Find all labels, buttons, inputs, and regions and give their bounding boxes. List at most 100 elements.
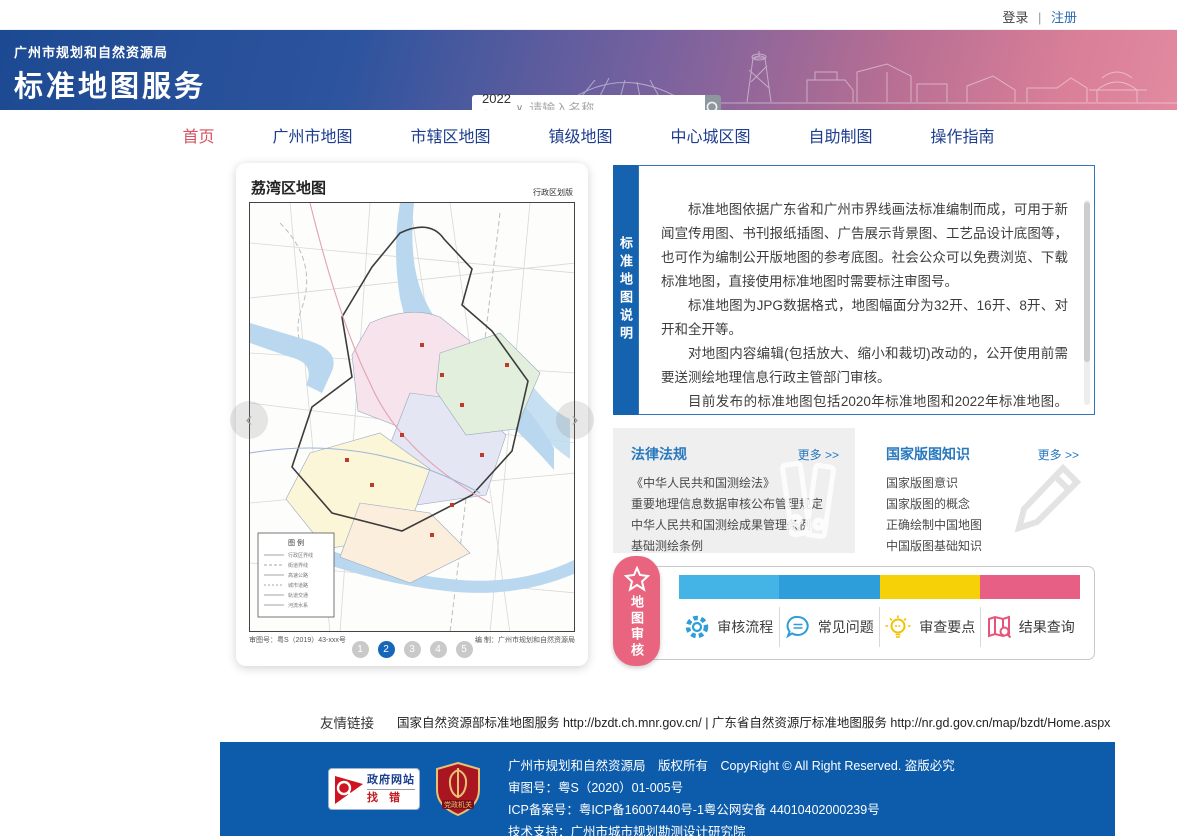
auth-divider: |: [1037, 10, 1042, 25]
map-search-icon: [987, 615, 1011, 639]
description-side-label-text: 标准地图说明: [618, 236, 633, 344]
svg-text:行政区界线: 行政区界线: [288, 552, 313, 559]
review-items-row: 审核流程 常见问题 审查要点 结果查询: [679, 599, 1080, 655]
shield-badge-text: 党政机关: [444, 800, 472, 809]
star-icon: [623, 566, 650, 592]
review-item-label: 审查要点: [919, 619, 976, 635]
footer-copyright: 广州市规划和自然资源局 版权所有 CopyRight © All Right R…: [508, 759, 955, 773]
review-bar-segment: [679, 575, 780, 599]
description-paragraph: 对地图内容编辑(包括放大、缩小和裁切)改动的，公开使用前需要送测绘地理信息行政主…: [661, 346, 1068, 385]
footer-icp: ICP备案号：粤ICP备16007440号-1粤公网安备 44010402000…: [508, 803, 880, 817]
lightbulb-icon: [885, 615, 911, 638]
review-bar-segment: [979, 575, 1080, 599]
svg-text:轨道交通: 轨道交通: [288, 592, 308, 599]
map-edition-label: 行政区划版: [533, 188, 573, 197]
nav-item-0[interactable]: 首页: [182, 123, 214, 147]
review-item-label: 审核流程: [717, 619, 774, 635]
register-link[interactable]: 注册: [1051, 10, 1077, 25]
legal-panel-title: 法律法规: [631, 446, 687, 462]
chat-bubble-icon: [785, 615, 809, 639]
knowledge-panel-title: 国家版图知识: [886, 446, 970, 462]
friend-links-label: 友情链接: [320, 716, 374, 731]
svg-text:图 例: 图 例: [288, 538, 304, 547]
description-scrollbar[interactable]: [1084, 200, 1090, 405]
error-report-magnifier-icon: [335, 776, 363, 804]
map-review-panel: 审核流程 常见问题 审查要点 结果查询: [648, 566, 1095, 660]
main-content: 荔湾区地图 行政区划版 图 例 行政区界线 街道界线 高速公路 城市道路 轨道交…: [0, 160, 1177, 705]
footer-badges: 政府网站 找 错 党政机关: [328, 762, 482, 816]
shield-icon: 党政机关: [436, 762, 480, 816]
nav-item-5[interactable]: 自助制图: [809, 123, 873, 147]
gear-icon: [686, 615, 709, 639]
gov-site-error-report-badge[interactable]: 政府网站 找 错: [328, 768, 420, 810]
friend-link-mnr[interactable]: 国家自然资源部标准地图服务 http://bzdt.ch.mnr.gov.cn/: [397, 716, 702, 730]
description-side-label: 标准地图说明: [613, 165, 638, 415]
district-map-illustration: 图 例 行政区界线街道界线 高速公路城市道路 轨道交通河流水系: [250, 203, 574, 631]
description-scrollbar-thumb[interactable]: [1084, 202, 1090, 362]
legal-panel: 法律法规 更多 >> 《中华人民共和国测绘法》 重要地理信息数据审核公布管理规定…: [613, 428, 855, 553]
svg-text:河流水系: 河流水系: [288, 602, 308, 609]
page-dot-3[interactable]: 4: [429, 641, 447, 658]
map-title-row: 荔湾区地图 行政区划版: [249, 175, 575, 202]
svg-text:城市道路: 城市道路: [288, 582, 308, 589]
org-name: 广州市规划和自然资源局: [14, 45, 169, 60]
pencil-icon: [1014, 463, 1082, 533]
review-bar-segment: [879, 575, 980, 599]
map-review-tab-label: 地图审核: [629, 595, 644, 659]
site-logo: 广州市规划和自然资源局 标准地图服务: [14, 42, 206, 105]
error-report-badge-text: 政府网站 找 错: [367, 774, 415, 804]
party-gov-shield-badge[interactable]: 党政机关: [434, 762, 482, 816]
review-item-label: 常见问题: [817, 619, 874, 635]
map-image[interactable]: 图 例 行政区界线街道界线 高速公路城市道路 轨道交通河流水系: [249, 202, 575, 632]
description-paragraph: 标准地图为JPG数据格式，地图幅面分为32开、16开、8开、对开和全开等。: [661, 298, 1068, 337]
auth-links: 登录 | 注册: [1002, 7, 1077, 26]
review-bar-segment: [779, 575, 880, 599]
review-item-label: 结果查询: [1018, 619, 1075, 635]
knowledge-panel: 国家版图知识 更多 >> 国家版图意识 国家版图的概念 正确绘制中国地图 中国版…: [868, 428, 1095, 553]
review-item-process[interactable]: 审核流程: [679, 607, 779, 647]
description-text-area[interactable]: 标准地图依据广东省和广州市界线画法标准编制而成，可用于新闻宣传用图、书刊报纸插图…: [638, 165, 1095, 415]
svg-text:高速公路: 高速公路: [288, 572, 308, 579]
carousel-pagination: 1 2 3 4 5: [236, 641, 588, 658]
top-bar: 登录 | 注册: [0, 0, 1177, 30]
review-color-bar: [679, 575, 1080, 599]
friend-links-divider: |: [705, 716, 709, 730]
nav-item-6[interactable]: 操作指南: [931, 123, 995, 147]
nav-item-2[interactable]: 市辖区地图: [410, 123, 490, 147]
page-dot-1[interactable]: 2: [377, 641, 395, 658]
error-report-badge-line2: 找 错: [367, 791, 405, 804]
footer-text-block: 广州市规划和自然资源局 版权所有 CopyRight © All Right R…: [508, 755, 955, 840]
footer-map-approval: 审图号：粤S（2020）01-005号: [508, 781, 684, 795]
svg-text:街道界线: 街道界线: [288, 562, 308, 569]
description-paragraph: 标准地图依据广东省和广州市界线画法标准编制而成，可用于新闻宣传用图、书刊报纸插图…: [661, 202, 1068, 289]
description-paragraph: 目前发布的标准地图包括2020年标准地图和2022年标准地图。其中2020年标准…: [688, 394, 1068, 409]
nav-item-3[interactable]: 镇级地图: [548, 123, 612, 147]
map-review-tab[interactable]: 地图审核: [613, 556, 660, 666]
page-footer: 政府网站 找 错 党政机关 广州市规划和自然资源局 版权所有 CopyRight…: [220, 742, 1115, 839]
login-link[interactable]: 登录: [1002, 10, 1028, 25]
footer-tech-support: 技术支持：广州市城市规划勘测设计研究院: [508, 825, 746, 839]
friend-links-text: 国家自然资源部标准地图服务 http://bzdt.ch.mnr.gov.cn/…: [397, 712, 1110, 731]
map-description-panel: 标准地图说明 标准地图依据广东省和广州市界线画法标准编制而成，可用于新闻宣传用图…: [613, 165, 1095, 415]
map-carousel-card: 荔湾区地图 行政区划版 图 例 行政区界线 街道界线 高速公路 城市道路 轨道交…: [230, 163, 594, 666]
map-title: 荔湾区地图: [251, 181, 327, 197]
nav-item-4[interactable]: 中心城区图: [671, 123, 751, 147]
review-item-faq[interactable]: 常见问题: [778, 607, 880, 647]
nav-item-1[interactable]: 广州市地图: [272, 123, 352, 147]
page-dot-4[interactable]: 5: [455, 641, 473, 658]
map-review-section: 地图审核 审核流程 常见问题 审查要点 结果查询: [613, 556, 1095, 668]
info-panels-row: 法律法规 更多 >> 《中华人民共和国测绘法》 重要地理信息数据审核公布管理规定…: [613, 428, 1095, 553]
site-header: 广州市规划和自然资源局 标准地图服务 2022年 ∨: [0, 30, 1177, 124]
friend-link-gd[interactable]: 广东省自然资源厅标准地图服务 http://nr.gd.gov.cn/map/b…: [712, 716, 1111, 730]
page-dot-0[interactable]: 1: [351, 641, 369, 658]
main-nav: 首页 广州市地图 市辖区地图 镇级地图 中心城区图 自助制图 操作指南: [0, 110, 1177, 160]
review-item-keypoints[interactable]: 审查要点: [879, 607, 980, 647]
carousel-next-button[interactable]: ›: [556, 401, 594, 439]
error-report-badge-line1: 政府网站: [367, 774, 415, 790]
site-title: 标准地图服务: [14, 71, 207, 103]
books-icon: [780, 460, 836, 540]
carousel-prev-button[interactable]: ‹: [230, 401, 268, 439]
review-item-results[interactable]: 结果查询: [979, 607, 1081, 647]
page-dot-2[interactable]: 3: [403, 641, 421, 658]
page: 登录 | 注册 广州市规划和自然资源局 标准地图服务 2022年 ∨: [0, 0, 1177, 840]
